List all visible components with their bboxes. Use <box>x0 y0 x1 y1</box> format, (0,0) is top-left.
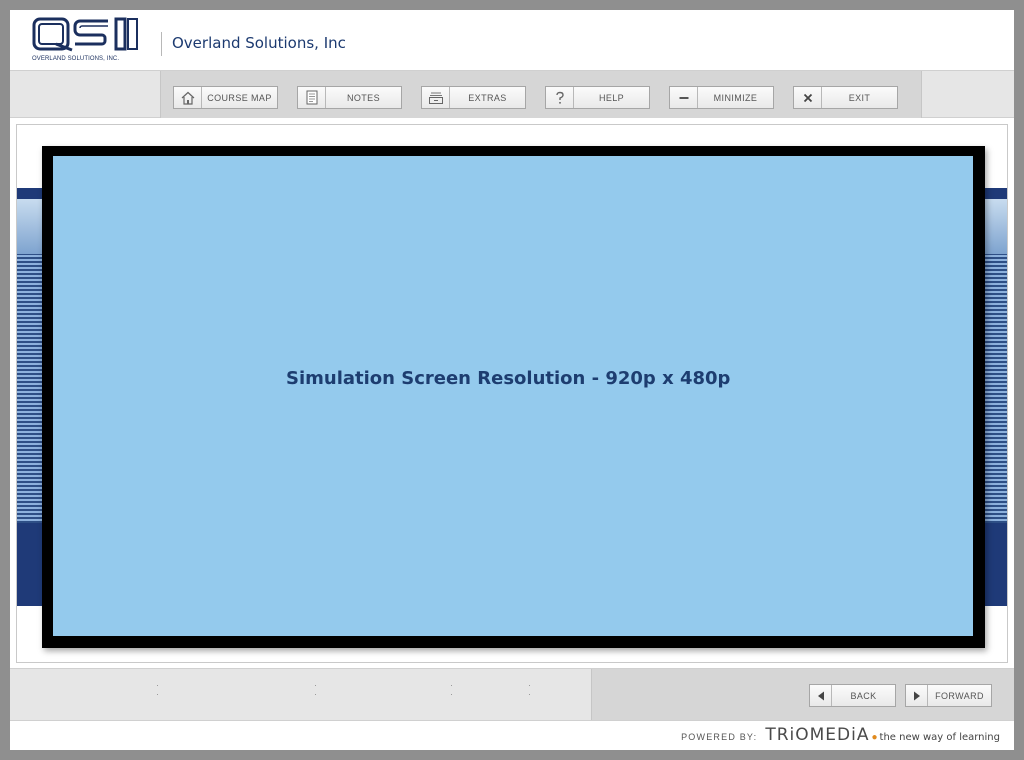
header-divider <box>161 32 162 56</box>
simulation-screen[interactable]: Simulation Screen Resolution - 920p x 48… <box>53 156 973 636</box>
content-area: Simulation Screen Resolution - 920p x 48… <box>16 124 1008 663</box>
exit-label: EXIT <box>848 92 871 103</box>
separator-dot <box>529 685 530 686</box>
minus-icon <box>670 87 698 108</box>
triomedia-brand: TRiOMEDiA <box>765 725 870 745</box>
help-icon <box>546 87 574 108</box>
toolbar-button-group: COURSE MAP NOTES EXTRAS HELP MINIMIZE EX… <box>160 71 922 118</box>
toolbar: COURSE MAP NOTES EXTRAS HELP MINIMIZE EX… <box>10 70 1014 118</box>
footer: POWERED BY: TRiOMEDiA ● the new way of l… <box>10 721 1014 750</box>
forward-button[interactable]: FORWARD <box>905 684 992 707</box>
separator-dot <box>315 685 316 686</box>
extras-label: EXTRAS <box>468 92 507 103</box>
separator-dot <box>157 685 158 686</box>
company-logo: OVERLAND SOLUTIONS, INC. <box>32 17 140 65</box>
course-map-label: COURSE MAP <box>207 92 272 103</box>
tray-icon <box>422 87 450 108</box>
back-arrow-icon <box>810 685 832 706</box>
document-icon <box>298 87 326 108</box>
notes-button[interactable]: NOTES <box>297 86 402 109</box>
forward-label: FORWARD <box>935 690 984 701</box>
back-label: BACK <box>850 690 877 701</box>
header: OVERLAND SOLUTIONS, INC. Overland Soluti… <box>10 10 1014 70</box>
help-button[interactable]: HELP <box>545 86 650 109</box>
notes-label: NOTES <box>346 92 380 103</box>
separator-dot <box>451 694 452 695</box>
home-icon <box>174 87 202 108</box>
separator-dot <box>529 694 530 695</box>
help-label: HELP <box>598 92 625 103</box>
close-icon <box>794 87 822 108</box>
course-map-button[interactable]: COURSE MAP <box>173 86 278 109</box>
course-player-window: OVERLAND SOLUTIONS, INC. Overland Soluti… <box>10 10 1014 750</box>
logo-subtitle: OVERLAND SOLUTIONS, INC. <box>32 56 120 62</box>
simulation-resolution-text: Simulation Screen Resolution - 920p x 48… <box>286 368 731 389</box>
navigation-buttons: BACK FORWARD <box>591 669 1014 720</box>
separator-dot <box>451 685 452 686</box>
tagline: the new way of learning <box>879 732 1000 743</box>
separator-dot <box>157 694 158 695</box>
forward-arrow-icon <box>906 685 928 706</box>
exit-button[interactable]: EXIT <box>793 86 898 109</box>
orange-bullet-icon: ● <box>871 732 878 743</box>
qsi-logo-mark <box>32 17 138 52</box>
building-photo-left <box>17 199 45 523</box>
minimize-button[interactable]: MINIMIZE <box>669 86 774 109</box>
powered-by: POWERED BY: TRiOMEDiA ● the new way of l… <box>681 725 1000 745</box>
separator-dot <box>315 694 316 695</box>
powered-by-label: POWERED BY: <box>681 732 758 742</box>
back-button[interactable]: BACK <box>809 684 896 707</box>
navigation-bar: BACK FORWARD <box>10 668 1014 721</box>
minimize-label: MINIMIZE <box>713 92 758 103</box>
company-name: Overland Solutions, Inc <box>172 34 346 52</box>
extras-button[interactable]: EXTRAS <box>421 86 526 109</box>
simulation-frame: Simulation Screen Resolution - 920p x 48… <box>42 146 985 648</box>
